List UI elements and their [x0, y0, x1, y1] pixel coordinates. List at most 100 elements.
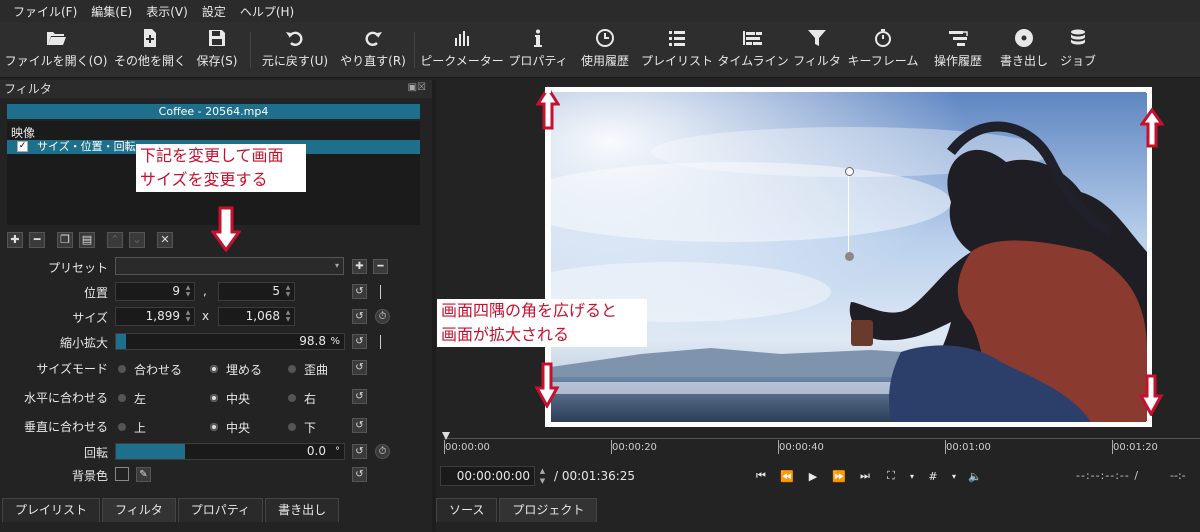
reset-bg-color-button[interactable]: ↺ [352, 467, 367, 482]
open-other-button[interactable]: その他を開く [112, 26, 188, 74]
volume-icon[interactable]: 🔈 [966, 467, 984, 485]
halign-right-radio[interactable]: 右 [288, 390, 316, 407]
skip-end-icon[interactable]: ⏭ [856, 467, 874, 485]
add-filter-button[interactable]: ✚ [7, 232, 23, 248]
halign-center-radio[interactable]: 中央 [210, 390, 250, 407]
corner-handle-top-right[interactable] [1146, 87, 1152, 93]
chevron-down-icon[interactable]: ▾ [950, 467, 958, 485]
halign-row: 水平に合わせる 左 中央 右 ↺ [0, 387, 432, 407]
deselect-filter-button[interactable]: ✕ [157, 232, 173, 248]
corner-handle-bottom-left[interactable] [545, 421, 551, 427]
rotation-handle[interactable] [845, 167, 854, 176]
toolbar-separator [414, 32, 415, 68]
size-mode-fit-radio[interactable]: 合わせる [118, 361, 182, 378]
reset-size-button[interactable]: ↺ [352, 309, 367, 324]
time-ruler[interactable]: 00:00:00 00:00:20 00:00:40 00:01:00 00:0… [440, 432, 1200, 456]
tab-source[interactable]: ソース [436, 498, 498, 522]
open-file-button[interactable]: ファイルを開く(O) [5, 26, 107, 74]
peak-meter-button[interactable]: ピークメーター [420, 26, 504, 74]
fast-forward-icon[interactable]: ⏩ [830, 467, 848, 485]
menu-settings[interactable]: 設定 [195, 3, 233, 20]
viewer-tabs: ソース プロジェクト [436, 498, 599, 522]
tab-export[interactable]: 書き出し [265, 498, 340, 522]
move-down-button[interactable]: ⌄ [129, 232, 145, 248]
bg-color-swatch[interactable] [115, 467, 129, 481]
size-mode-fill-radio[interactable]: 埋める [210, 361, 262, 378]
radio-dot [118, 423, 126, 431]
move-up-button[interactable]: ⌃ [107, 232, 123, 248]
keyframe-stopwatch-icon[interactable]: ⏱ [375, 309, 390, 324]
zoom-frame-icon[interactable]: ⛶ [882, 467, 900, 485]
peak-meter-icon [452, 26, 472, 50]
filter-enable-checkbox[interactable]: ✓ [17, 141, 28, 152]
valign-top-radio[interactable]: 上 [118, 419, 146, 436]
preset-select[interactable]: ▾ [115, 257, 344, 275]
center-handle[interactable] [845, 252, 854, 261]
zoom-slider[interactable]: 98.8 % [115, 333, 345, 350]
position-x-field[interactable]: 9 ▲ ▼ [115, 282, 195, 301]
rewind-icon[interactable]: ⏪ [778, 467, 796, 485]
keyframe-stopwatch-icon[interactable]: ⏱ [375, 444, 390, 459]
menu-view[interactable]: 表示(V) [139, 3, 195, 20]
timecode-input[interactable]: 00:00:00:00 [440, 466, 535, 486]
info-icon [528, 26, 548, 50]
history-button[interactable]: 操作履歴 [926, 26, 990, 74]
playhead-marker[interactable] [442, 432, 450, 442]
funnel-icon [807, 26, 827, 50]
paste-filter-button[interactable]: ▤ [79, 232, 95, 248]
grid-icon[interactable]: # [924, 467, 942, 485]
position-y-field[interactable]: 5 ▲ ▼ [218, 282, 295, 301]
chevron-down-icon[interactable]: ▾ [908, 467, 916, 485]
reset-rotation-button[interactable]: ↺ [352, 444, 367, 459]
skip-start-icon[interactable]: ⏮ [752, 467, 770, 485]
recent-button[interactable]: 使用履歴 [574, 26, 636, 74]
rotation-row: 回転 0.0 ° ↺ ⏱ [0, 442, 432, 462]
save-preset-button[interactable]: ✚ [352, 259, 367, 274]
tab-project[interactable]: プロジェクト [499, 498, 598, 522]
halign-left-radio[interactable]: 左 [118, 390, 146, 407]
size-mode-distort-radio[interactable]: 歪曲 [288, 361, 328, 378]
export-button[interactable]: 書き出し [996, 26, 1052, 74]
tab-filters[interactable]: フィルタ [102, 498, 176, 522]
float-close-icon[interactable]: ▣☒ [408, 82, 426, 93]
properties-button[interactable]: プロパティ [508, 26, 568, 74]
corner-handle-bottom-right[interactable] [1146, 421, 1152, 427]
undo-button[interactable]: 元に戻す(U) [258, 26, 332, 74]
tab-properties[interactable]: プロパティ [177, 498, 264, 522]
save-button[interactable]: 保存(S) [192, 26, 242, 74]
tab-playlist[interactable]: プレイリスト [2, 498, 101, 522]
valign-row: 垂直に合わせる 上 中央 下 ↺ [0, 416, 432, 436]
remove-filter-button[interactable]: ━ [29, 232, 45, 248]
valign-bottom-radio[interactable]: 下 [288, 419, 316, 436]
reset-zoom-button[interactable]: ↺ [352, 334, 367, 349]
delete-preset-button[interactable]: ━ [373, 259, 388, 274]
jobs-button[interactable]: ジョブ [1056, 26, 1100, 74]
menu-file[interactable]: ファイル(F) [6, 3, 84, 20]
resize-grip[interactable]: ...... [732, 526, 747, 532]
in-out-timecode: --:--:--:-- / [1076, 469, 1140, 482]
position-row: 位置 9 ▲ ▼ , 5 ▲ ▼ ↺ [0, 282, 432, 302]
valign-middle-radio[interactable]: 中央 [210, 419, 250, 436]
corner-handle-top-left[interactable] [545, 87, 551, 93]
reset-valign-button[interactable]: ↺ [352, 418, 367, 433]
ruler-tick-label: 00:00:20 [612, 442, 657, 453]
size-height-field[interactable]: 1,068 ▲ ▼ [218, 307, 295, 326]
reset-size-mode-button[interactable]: ↺ [352, 360, 367, 375]
size-width-field[interactable]: 1,899 ▲ ▼ [115, 307, 195, 326]
rotation-handle-line [848, 172, 849, 256]
rotation-slider[interactable]: 0.0 ° [115, 443, 345, 460]
reset-position-button[interactable]: ↺ [352, 284, 367, 299]
copy-filter-button[interactable]: ❐ [57, 232, 73, 248]
keyframes-button[interactable]: キーフレーム [846, 26, 920, 74]
size-mode-row: サイズモード 合わせる 埋める 歪曲 ↺ [0, 358, 432, 378]
menu-help[interactable]: ヘルプ(H) [233, 3, 301, 20]
menu-edit[interactable]: 編集(E) [84, 3, 139, 20]
reset-halign-button[interactable]: ↺ [352, 389, 367, 404]
color-picker-icon[interactable]: ✎ [136, 467, 151, 482]
timeline-button[interactable]: タイムライン [717, 26, 789, 74]
filter-button[interactable]: フィルタ [793, 26, 841, 74]
play-icon[interactable]: ▶ [804, 467, 822, 485]
playlist-button[interactable]: プレイリスト [641, 26, 713, 74]
timecode-stepper[interactable]: ▲ ▼ [537, 466, 548, 486]
redo-button[interactable]: やり直す(R) [338, 26, 408, 74]
